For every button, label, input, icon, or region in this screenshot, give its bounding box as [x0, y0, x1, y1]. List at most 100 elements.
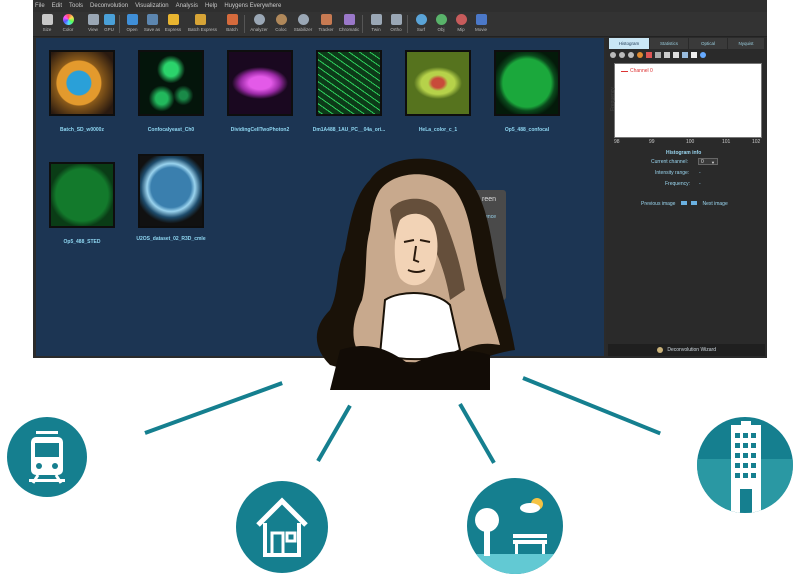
analyzer-icon: [253, 14, 265, 25]
thumbnail-dm1a488[interactable]: Dm1A488_1AU_PC__04a_ori...: [307, 50, 391, 140]
tracker-button[interactable]: Tracker: [314, 13, 338, 35]
toolbar-separator: [362, 15, 363, 33]
size-icon: [41, 14, 53, 25]
batch-express-button[interactable]: Batch Express: [188, 13, 217, 35]
surf-icon: [415, 14, 427, 25]
histogram-info-title: Histogram info: [666, 150, 702, 156]
zoom-out-icon[interactable]: [619, 52, 625, 58]
tab-optical[interactable]: Optical: [689, 38, 727, 49]
tracker-icon: [320, 14, 332, 25]
menu-help[interactable]: Help: [205, 0, 217, 12]
coloc-icon: [275, 14, 287, 25]
plot-legend-label: Channel 0: [630, 68, 653, 74]
batch-icon: [226, 14, 238, 25]
house-icon: [256, 497, 308, 557]
stabilizer-button[interactable]: Stabilizer: [291, 13, 315, 35]
deconvolution-wizard-button[interactable]: Deconvolution Wizard: [608, 344, 765, 356]
tab-statistics[interactable]: Statistics: [650, 38, 688, 49]
thumbnail-caption: HeLa_color_c_1: [418, 127, 458, 133]
image-green-fibers: [316, 50, 382, 116]
previous-image-button[interactable]: Previous image: [641, 192, 687, 207]
current-channel-select[interactable]: 0 ▼: [698, 158, 718, 165]
connector-line: [458, 403, 496, 464]
intensity-range-label: Intensity range:: [655, 170, 690, 176]
portrait-collar: [378, 292, 462, 361]
zoom-in-icon[interactable]: [610, 52, 616, 58]
wand-icon: [656, 346, 663, 353]
next-image-button[interactable]: Next image: [691, 192, 728, 207]
menu-analysis[interactable]: Analysis: [176, 0, 198, 12]
x-tick: 98: [614, 139, 620, 145]
help-icon[interactable]: [700, 52, 706, 58]
thumbnail-caption: U2OS_dataset_02_R3D_cmle: [136, 236, 206, 242]
export-icon[interactable]: [691, 52, 697, 58]
menu-edit[interactable]: Edit: [52, 0, 62, 12]
intensity-range-value: -: [699, 170, 701, 176]
thumbnail-caption: Op5_488_STED: [63, 239, 101, 245]
analyzer-button[interactable]: Analyzer: [247, 13, 271, 35]
plot-ylabel: Frequency: [609, 87, 616, 111]
building-circle: [697, 417, 793, 513]
tab-nyquist[interactable]: Nyquist: [728, 38, 764, 49]
movie-button[interactable]: Movie: [469, 13, 493, 35]
thumbnail-batch-sd[interactable]: Batch_SD_w0000z: [40, 50, 124, 140]
obj-icon: [435, 14, 447, 25]
batch-button[interactable]: Batch: [220, 13, 244, 35]
table-icon[interactable]: [682, 52, 688, 58]
panel-tool-row: [610, 52, 760, 60]
zoom-fit-icon[interactable]: [628, 52, 634, 58]
menu-tools[interactable]: Tools: [69, 0, 83, 12]
thumbnail-op5-confocal[interactable]: Op5_488_confocal: [485, 50, 569, 140]
tag-icon[interactable]: [664, 52, 670, 58]
histogram-plot[interactable]: Channel 0 Frequency: [610, 63, 762, 138]
menu-huygens-everywhere[interactable]: Huygens Everywhere: [224, 0, 281, 12]
ortho-button[interactable]: Ortho: [384, 13, 408, 35]
edit-icon[interactable]: [673, 52, 679, 58]
graph-icon[interactable]: [646, 52, 652, 58]
ortho-icon: [390, 14, 402, 25]
deconvolution-wizard-label: Deconvolution Wizard: [667, 347, 717, 353]
train-circle: [7, 417, 87, 497]
batch-express-icon: [194, 14, 206, 25]
thumbnail-caption: Dm1A488_1AU_PC__04a_ori...: [312, 127, 386, 133]
current-channel-label: Current channel:: [651, 159, 688, 165]
thumbnail-hela[interactable]: HeLa_color_c_1: [396, 50, 480, 140]
color-button[interactable]: Color: [56, 13, 80, 35]
thumbnail-caption: Op5_488_confocal: [504, 127, 550, 133]
previous-image-label: Previous image: [641, 201, 676, 207]
thumbnail-op5-sted[interactable]: Op5_488_STED: [40, 162, 124, 252]
tab-histogram[interactable]: Histogram: [609, 38, 649, 49]
chevron-down-icon: ▼: [711, 160, 715, 165]
gpu-button[interactable]: GPU: [97, 13, 121, 35]
menu-file[interactable]: File: [35, 0, 45, 12]
chromatic-button[interactable]: Chromatic: [337, 13, 361, 35]
image-hela-yellow-green: [405, 50, 471, 116]
express-icon: [167, 14, 179, 25]
save-icon: [146, 14, 158, 25]
palette-icon[interactable]: [637, 52, 643, 58]
thumbnail-u2os[interactable]: U2OS_dataset_02_R3D_cmle: [129, 154, 213, 244]
thumbnail-confocal-yeast[interactable]: Confocalyeast_Ch0: [129, 50, 213, 140]
frequency-label: Frequency:: [665, 181, 691, 187]
menu-visualization[interactable]: Visualization: [135, 0, 169, 12]
x-tick: 102: [752, 139, 761, 145]
x-tick: 100: [686, 139, 695, 145]
thumbnail-dividing-cell[interactable]: DividingCellTwoPhoton2: [218, 50, 302, 140]
connector-line: [144, 381, 283, 435]
stabilizer-icon: [297, 14, 309, 25]
image-green-blob: [494, 50, 560, 116]
menu-bar: File Edit Tools Deconvolution Visualizat…: [33, 0, 767, 12]
arrow-right-icon: [691, 201, 697, 205]
train-icon: [29, 431, 65, 484]
open-icon: [126, 14, 138, 25]
coloc-button[interactable]: Coloc: [269, 13, 293, 35]
express-button[interactable]: Express: [161, 13, 185, 35]
huygens-portrait: [316, 158, 515, 390]
image-cell-orange-blue: [49, 50, 115, 116]
toolbar: Size Color View GPU Open Save as Express…: [33, 12, 767, 37]
next-image-label: Next image: [702, 201, 728, 207]
menu-deconvolution[interactable]: Deconvolution: [90, 0, 128, 12]
connector-line: [522, 376, 661, 436]
office-building-icon: [697, 421, 793, 513]
grid-icon[interactable]: [655, 52, 661, 58]
